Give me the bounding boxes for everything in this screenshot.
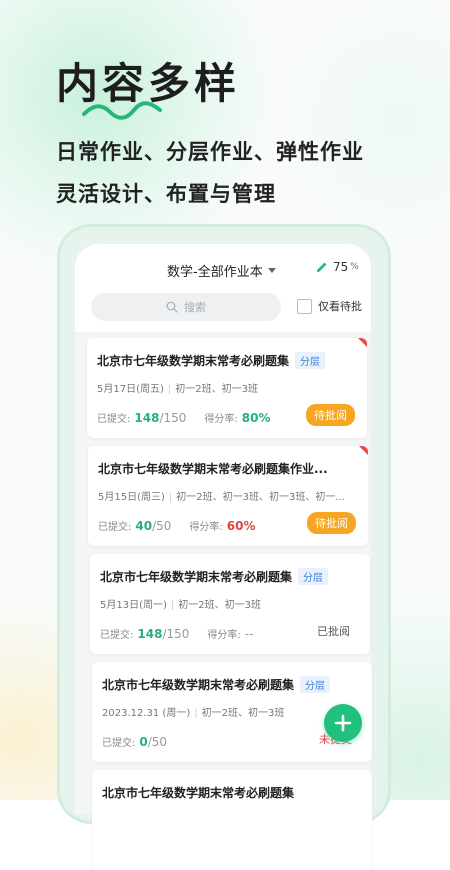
status-badge[interactable]: 待批阅 [306, 404, 355, 426]
checkbox-label: 仅看待批 [318, 300, 362, 313]
search-input[interactable]: 搜索 [91, 293, 281, 321]
add-assignment-button[interactable] [324, 704, 362, 742]
assignment-card[interactable]: 北京市七年级数学期末常考必刷题集 分层 5月17日(周五) | 初一2班、初一3班 已提交… [87, 338, 367, 438]
assignment-classes: 初一2班、初一3班 [178, 600, 261, 611]
plus-icon [334, 714, 352, 732]
promo-line-1: 日常作业、分层作业、弹性作业 [56, 140, 364, 164]
score-label: 得分率: [204, 414, 238, 425]
workbook-selector[interactable]: 数学-全部作业本 [167, 261, 276, 280]
assignment-classes: 初一2班、初一3班 [201, 708, 285, 719]
submitted-total: /150 [159, 411, 187, 425]
assignment-meta: 5月13日(周一) | 初一2班、初一3班 [100, 596, 261, 611]
submitted-count: 148 [134, 411, 160, 425]
app-header: 数学-全部作业本 75 % 搜索 仅看待批 [75, 244, 371, 332]
checkbox-box[interactable] [297, 298, 312, 314]
assignment-title-text: 北京市七年级数学期末常考必刷题集作业... [98, 462, 328, 476]
submitted-label: 已提交: [102, 738, 136, 749]
meta-divider: | [167, 384, 172, 395]
assignment-title: 北京市七年级数学期末常考必刷题集 分层 [102, 676, 331, 693]
workbook-title: 数学-全部作业本 [167, 265, 263, 280]
score-label: 得分率: [189, 522, 223, 533]
score-rate: 80% [241, 411, 271, 425]
score-rate: 60% [226, 519, 256, 533]
assignment-date: 2023.12.31 (周一) [102, 708, 191, 719]
submitted-count: 148 [137, 627, 163, 641]
energy-unit: % [350, 262, 359, 272]
energy-indicator: 75 % [315, 260, 359, 274]
submitted-label: 已提交: [100, 630, 134, 641]
assignment-date: 5月13日(周一) [100, 600, 167, 611]
assignment-stats: 已提交: 148/150 得分率: -- [100, 626, 253, 641]
assignment-stats: 已提交: 0/50 [102, 734, 167, 749]
assignment-meta: 2023.12.31 (周一) | 初一2班、初一3班 [102, 704, 284, 719]
assignment-title: 北京市七年级数学期末常考必刷题集作业... [98, 460, 328, 477]
energy-value: 75 [333, 260, 349, 274]
assignment-classes: 初一2班、初一3班、初一3班、初一... [176, 492, 345, 503]
layer-tag: 分层 [295, 352, 326, 369]
assignment-title-text: 北京市七年级数学期末常考必刷题集 [102, 678, 295, 692]
assignment-title-text: 北京市七年级数学期末常考必刷题集 [100, 570, 293, 584]
caret-down-icon [267, 268, 276, 273]
assignment-title-text: 北京市七年级数学期末常考必刷题集 [97, 354, 290, 368]
score-rate: -- [244, 627, 254, 641]
assignment-meta: 5月15日(周三) | 初一2班、初一3班、初一3班、初一... [98, 488, 345, 503]
assignment-card[interactable]: 北京市七年级数学期末常考必刷题集 [92, 770, 372, 870]
submitted-total: /50 [152, 519, 172, 533]
submitted-total: /150 [162, 627, 190, 641]
status-badge[interactable]: 已批阅 [309, 620, 358, 642]
promo-line-2: 灵活设计、布置与管理 [56, 182, 276, 206]
assignment-stats: 已提交: 148/150 得分率: 80% [97, 410, 271, 425]
assignment-title: 北京市七年级数学期末常考必刷题集 分层 [100, 568, 329, 585]
assignment-stats: 已提交: 40/50 得分率: 60% [98, 518, 256, 533]
assignment-title-text: 北京市七年级数学期末常考必刷题集 [102, 786, 295, 800]
submitted-count: 40 [135, 519, 153, 533]
score-label: 得分率: [207, 630, 241, 641]
status-badge[interactable]: 待批阅 [307, 512, 356, 534]
layer-tag: 分层 [298, 568, 329, 585]
assignment-date: 5月17日(周五) [97, 384, 164, 395]
layer-tag: 分层 [300, 676, 331, 693]
assignment-card[interactable]: 北京市七年级数学期末常考必刷题集作业... 5月15日(周三) | 初一2班、初一3班… [88, 446, 368, 546]
pending-only-checkbox[interactable]: 仅看待批 [297, 298, 362, 314]
submitted-label: 已提交: [98, 522, 132, 533]
meta-divider: | [168, 492, 173, 503]
submitted-total: /50 [147, 735, 168, 749]
submitted-label: 已提交: [97, 414, 131, 425]
flag-corner-icon [358, 338, 367, 347]
assignment-date: 5月15日(周三) [98, 492, 165, 503]
squiggle-decoration [82, 101, 162, 120]
submitted-count: 0 [139, 735, 148, 749]
pencil-icon [317, 262, 327, 272]
assignment-classes: 初一2班、初一3班 [175, 384, 258, 395]
search-placeholder: 搜索 [184, 301, 206, 314]
meta-divider: | [194, 708, 198, 719]
meta-divider: | [170, 600, 175, 611]
flag-corner-icon [359, 446, 368, 455]
search-icon [166, 301, 178, 313]
assignment-meta: 5月17日(周五) | 初一2班、初一3班 [97, 380, 258, 395]
assignment-title: 北京市七年级数学期末常考必刷题集 [102, 784, 294, 801]
assignment-title: 北京市七年级数学期末常考必刷题集 分层 [97, 352, 326, 369]
assignment-card[interactable]: 北京市七年级数学期末常考必刷题集 分层 5月13日(周一) | 初一2班、初一3班 已提交… [90, 554, 370, 654]
